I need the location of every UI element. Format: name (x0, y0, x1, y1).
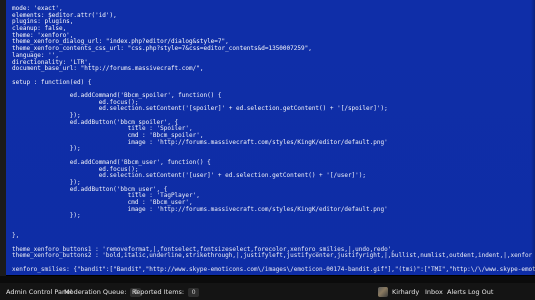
code-line: image : 'http://forums.massivecraft.com/… (12, 205, 388, 213)
inbox-label: Inbox (425, 288, 443, 296)
logout-label: Log Out (468, 288, 494, 296)
alerts-link[interactable]: Alerts (447, 283, 466, 300)
reported-items-count: 0 (188, 287, 200, 297)
code-content: mode: 'exact', elements: $editor.attr('id… (12, 5, 535, 276)
reported-items-label: Reported Items: (132, 288, 185, 296)
alerts-label: Alerts (447, 288, 466, 296)
moderation-queue-label: Moderation Queue: (64, 288, 127, 296)
code-line: ed.selection.setContent('[user]' + ed.se… (12, 172, 367, 180)
code-line: }); (12, 145, 81, 153)
code-line: theme_xenforo_contents_css_url: "css.php… (12, 45, 312, 53)
code-line: setup : function(ed) { (12, 78, 92, 86)
moderation-queue-link[interactable]: Moderation Queue: 0 (64, 283, 142, 300)
code-line: elements: $editor.attr('id'), (12, 11, 117, 19)
code-line: theme_xenforo_buttons2 : 'bold,italic,un… (12, 252, 533, 260)
code-line: }); (12, 212, 81, 220)
code-line: ed.selection.setContent('[spoiler]' + ed… (12, 105, 388, 113)
code-line: xenforo_smilies: {"bandit":["Bandit","ht… (12, 265, 535, 273)
code-line: cleanup: false, (12, 25, 67, 33)
inbox-link[interactable]: Inbox (425, 283, 443, 300)
admin-control-panel-label: Admin Control Panel (6, 288, 72, 296)
username-label: Kirhardy (392, 288, 420, 296)
logout-link[interactable]: Log Out (468, 283, 493, 300)
code-line: document_base_url: "http://forums.massiv… (12, 65, 204, 73)
code-line: }, (12, 232, 20, 240)
code-line: image : 'http://forums.massivecraft.com/… (12, 138, 388, 146)
user-menu[interactable]: Kirhardy (378, 283, 419, 300)
code-line: plugins: plugins, (12, 18, 74, 26)
scroll-edge (531, 0, 535, 275)
admin-control-panel-link[interactable]: Admin Control Panel (6, 283, 72, 300)
reported-items-link[interactable]: Reported Items: 0 (132, 283, 200, 300)
screen: mode: 'exact', elements: $editor.attr('id… (0, 0, 535, 300)
code-editor-selection[interactable]: mode: 'exact', elements: $editor.attr('id… (6, 0, 535, 275)
admin-bar: Admin Control Panel Moderation Queue: 0 … (0, 276, 535, 300)
avatar (378, 287, 388, 297)
